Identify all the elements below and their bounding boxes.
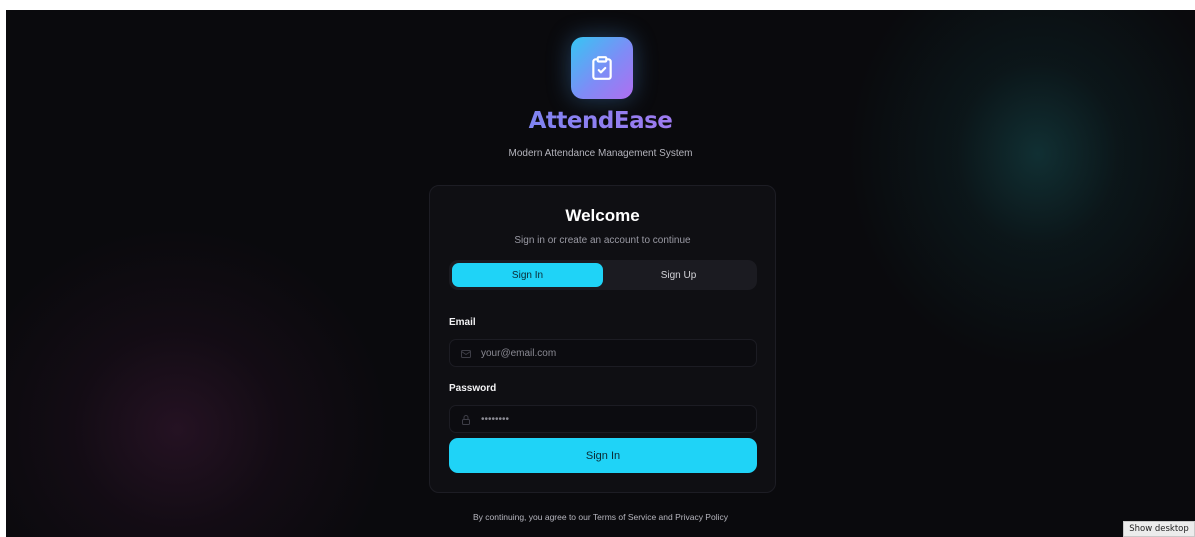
- password-input[interactable]: [481, 406, 751, 432]
- lock-icon: [462, 415, 470, 425]
- auth-tabs: Sign In Sign Up: [449, 260, 757, 290]
- mail-icon: [461, 350, 471, 358]
- password-field-wrapper: [449, 405, 757, 433]
- brand-name: AttendEase: [6, 108, 1195, 134]
- app-logo: [571, 37, 633, 99]
- auth-card: Welcome Sign in or create an account to …: [429, 185, 776, 493]
- background-glow-purple: [6, 230, 386, 537]
- email-input[interactable]: [481, 340, 751, 366]
- show-desktop-button[interactable]: Show desktop: [1123, 521, 1195, 537]
- app-viewport: AttendEase Modern Attendance Management …: [6, 10, 1195, 537]
- card-title: Welcome: [565, 206, 640, 225]
- legal-notice: By continuing, you agree to our Terms of…: [473, 512, 728, 522]
- clipboard-check-icon: [592, 56, 612, 80]
- brand-tagline: Modern Attendance Management System: [508, 148, 693, 159]
- card-subtitle: Sign in or create an account to continue: [514, 235, 691, 246]
- email-label: Email: [449, 317, 476, 328]
- background-glow-teal: [846, 10, 1195, 370]
- password-label: Password: [449, 383, 497, 394]
- tab-sign-in[interactable]: Sign In: [452, 263, 603, 287]
- tab-sign-up[interactable]: Sign Up: [603, 263, 754, 287]
- email-field-wrapper: [449, 339, 757, 367]
- sign-in-button[interactable]: Sign In: [449, 438, 757, 473]
